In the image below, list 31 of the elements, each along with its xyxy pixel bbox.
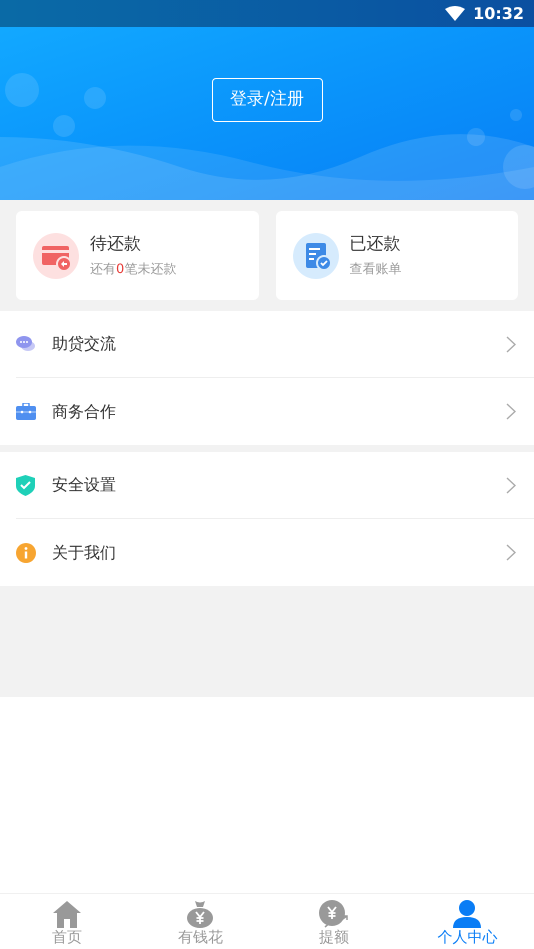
money-bag-icon: [187, 900, 214, 928]
summary-card[interactable]: 已还款 查看账单: [276, 211, 518, 300]
menu-item[interactable]: 关于我们: [0, 519, 534, 586]
chat-bubbles-icon: [16, 335, 36, 353]
chevron-right-icon: [506, 544, 516, 561]
status-time: 10:32: [473, 2, 524, 24]
card-subtitle: 查看账单: [350, 260, 402, 278]
coin-trend-icon: [318, 900, 349, 928]
card-title: 已还款: [350, 233, 402, 256]
info-icon: [16, 542, 36, 562]
tab-item[interactable]: 个人中心: [400, 894, 534, 949]
menu-item[interactable]: 商务合作: [0, 378, 534, 445]
shield-check-icon: [16, 474, 35, 496]
card-icon: [33, 232, 79, 278]
chevron-right-icon: [506, 403, 516, 420]
menu-label: 关于我们: [52, 542, 117, 564]
person-icon: [453, 900, 482, 928]
chevron-right-icon: [506, 336, 516, 352]
card-subtitle: 还有0笔未还款: [90, 260, 176, 278]
house-icon: [52, 901, 81, 928]
bill-check-icon: [292, 232, 338, 278]
menu-label: 助贷交流: [52, 333, 117, 355]
summary-card[interactable]: 待还款 还有0笔未还款: [16, 211, 258, 300]
menu-item[interactable]: 助贷交流: [16, 311, 534, 378]
briefcase-icon: [16, 403, 36, 420]
menu-item[interactable]: 安全设置: [16, 452, 534, 519]
chevron-right-icon: [506, 476, 516, 494]
card-title: 待还款: [90, 233, 142, 256]
menu-label: 安全设置: [52, 474, 117, 496]
wifi-icon: [445, 6, 466, 21]
menu-label: 商务合作: [52, 400, 117, 422]
